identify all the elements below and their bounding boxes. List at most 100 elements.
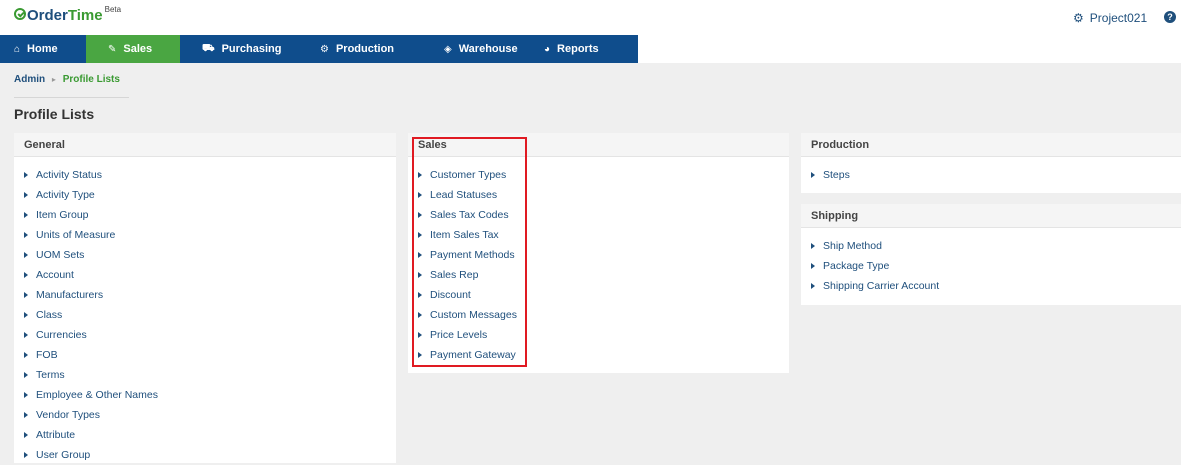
chevron-right-icon: ▸ [51,75,56,84]
project-menu[interactable]: ⚙ Project021 [1073,11,1147,25]
list-item-sales-6[interactable]: Discount [418,285,789,305]
caret-right-icon [811,283,815,289]
list-item-label: Units of Measure [36,229,116,241]
nav-reports[interactable]: ◕ Reports [534,35,638,63]
caret-right-icon [418,352,422,358]
list-item-label: Discount [430,289,471,301]
list-item-sales-9[interactable]: Payment Gateway [418,345,789,365]
caret-right-icon [24,432,28,438]
sales-list: Customer Types Lead Statuses Sales Tax Cod… [408,157,789,365]
list-item-sales-3[interactable]: Item Sales Tax [418,225,789,245]
list-item-general-6[interactable]: Manufacturers [24,285,396,305]
caret-right-icon [24,352,28,358]
beta-label: Beta [104,5,122,14]
check-circle-icon [14,8,26,20]
list-item-label: Class [36,309,63,321]
production-list: Steps [801,157,1181,185]
list-item-general-10[interactable]: Terms [24,365,396,385]
nav-home[interactable]: ⌂ Home [0,35,86,63]
caret-right-icon [24,452,28,458]
breadcrumb: Admin ▸ Profile Lists [14,74,120,85]
list-item-sales-0[interactable]: Customer Types [418,165,789,185]
caret-right-icon [418,212,422,218]
list-item-sales-8[interactable]: Price Levels [418,325,789,345]
list-item-general-2[interactable]: Item Group [24,205,396,225]
list-item-general-9[interactable]: FOB [24,345,396,365]
caret-right-icon [24,392,28,398]
caret-right-icon [418,232,422,238]
breadcrumb-admin[interactable]: Admin [14,74,45,85]
list-item-shipping-1[interactable]: Package Type [811,256,1181,276]
list-item-sales-1[interactable]: Lead Statuses [418,185,789,205]
gear-icon: ⚙ [1073,11,1084,25]
caret-right-icon [24,232,28,238]
list-item-label: Shipping Carrier Account [823,280,940,292]
list-item-general-13[interactable]: Attribute [24,425,396,445]
list-item-label: Price Levels [430,329,488,341]
panel-sales-title: Sales [408,133,789,157]
list-item-general-7[interactable]: Class [24,305,396,325]
home-icon: ⌂ [14,43,21,55]
nav-purchasing-label: Purchasing [221,43,282,55]
shipping-list: Ship Method Package Type Shipping Carrier … [801,228,1181,296]
nav-warehouse-label: Warehouse [458,43,518,55]
list-item-label: User Group [36,449,91,461]
help-icon[interactable]: ? [1164,11,1176,23]
list-item-label: Ship Method [823,240,882,252]
list-item-general-14[interactable]: User Group [24,445,396,465]
nav-purchasing[interactable]: ⛟ Purchasing [180,35,304,63]
logo-text-order: Order [27,7,68,24]
list-item-label: Employee & Other Names [36,389,158,401]
cube-icon: ◈ [444,43,452,55]
list-item-general-11[interactable]: Employee & Other Names [24,385,396,405]
list-item-shipping-0[interactable]: Ship Method [811,236,1181,256]
list-item-label: Package Type [823,260,890,272]
list-item-general-5[interactable]: Account [24,265,396,285]
caret-right-icon [24,212,28,218]
list-item-label: Steps [823,169,850,181]
list-item-label: Activity Status [36,169,102,181]
nav-warehouse[interactable]: ◈ Warehouse [422,35,534,63]
list-item-label: Sales Rep [430,269,479,281]
cart-icon: ⛟ [202,42,215,54]
list-item-general-3[interactable]: Units of Measure [24,225,396,245]
nav-production-label: Production [335,43,395,55]
list-item-sales-7[interactable]: Custom Messages [418,305,789,325]
caret-right-icon [24,332,28,338]
app-logo[interactable]: Order Time Beta [14,5,122,24]
panel-production: Production Steps [801,133,1181,193]
list-item-sales-2[interactable]: Sales Tax Codes [418,205,789,225]
nav-production[interactable]: ⚙ Production [304,35,422,63]
caret-right-icon [418,292,422,298]
list-item-production-0[interactable]: Steps [811,165,1181,185]
list-item-general-4[interactable]: UOM Sets [24,245,396,265]
list-item-sales-4[interactable]: Payment Methods [418,245,789,265]
list-item-general-1[interactable]: Activity Type [24,185,396,205]
caret-right-icon [24,172,28,178]
list-item-label: Item Group [36,209,89,221]
pie-chart-icon: ◕ [544,43,551,55]
list-item-general-12[interactable]: Vendor Types [24,405,396,425]
list-item-shipping-2[interactable]: Shipping Carrier Account [811,276,1181,296]
nav-sales[interactable]: ✎ Sales [86,35,180,63]
panel-general-title: General [14,133,396,157]
panel-production-title: Production [801,133,1181,157]
list-item-label: Vendor Types [36,409,101,421]
caret-right-icon [24,192,28,198]
list-item-label: Activity Type [36,189,95,201]
gears-icon: ⚙ [320,43,329,55]
top-bar: Order Time Beta ⚙ Project021 ? [0,0,1181,35]
list-item-label: FOB [36,349,58,361]
caret-right-icon [418,272,422,278]
breadcrumb-divider [14,97,129,98]
caret-right-icon [24,252,28,258]
caret-right-icon [24,412,28,418]
list-item-general-8[interactable]: Currencies [24,325,396,345]
list-item-sales-5[interactable]: Sales Rep [418,265,789,285]
list-item-general-0[interactable]: Activity Status [24,165,396,185]
list-item-label: Attribute [36,429,76,441]
caret-right-icon [811,172,815,178]
breadcrumb-current[interactable]: Profile Lists [63,74,120,85]
list-item-label: Terms [36,369,65,381]
list-item-label: UOM Sets [36,249,85,261]
